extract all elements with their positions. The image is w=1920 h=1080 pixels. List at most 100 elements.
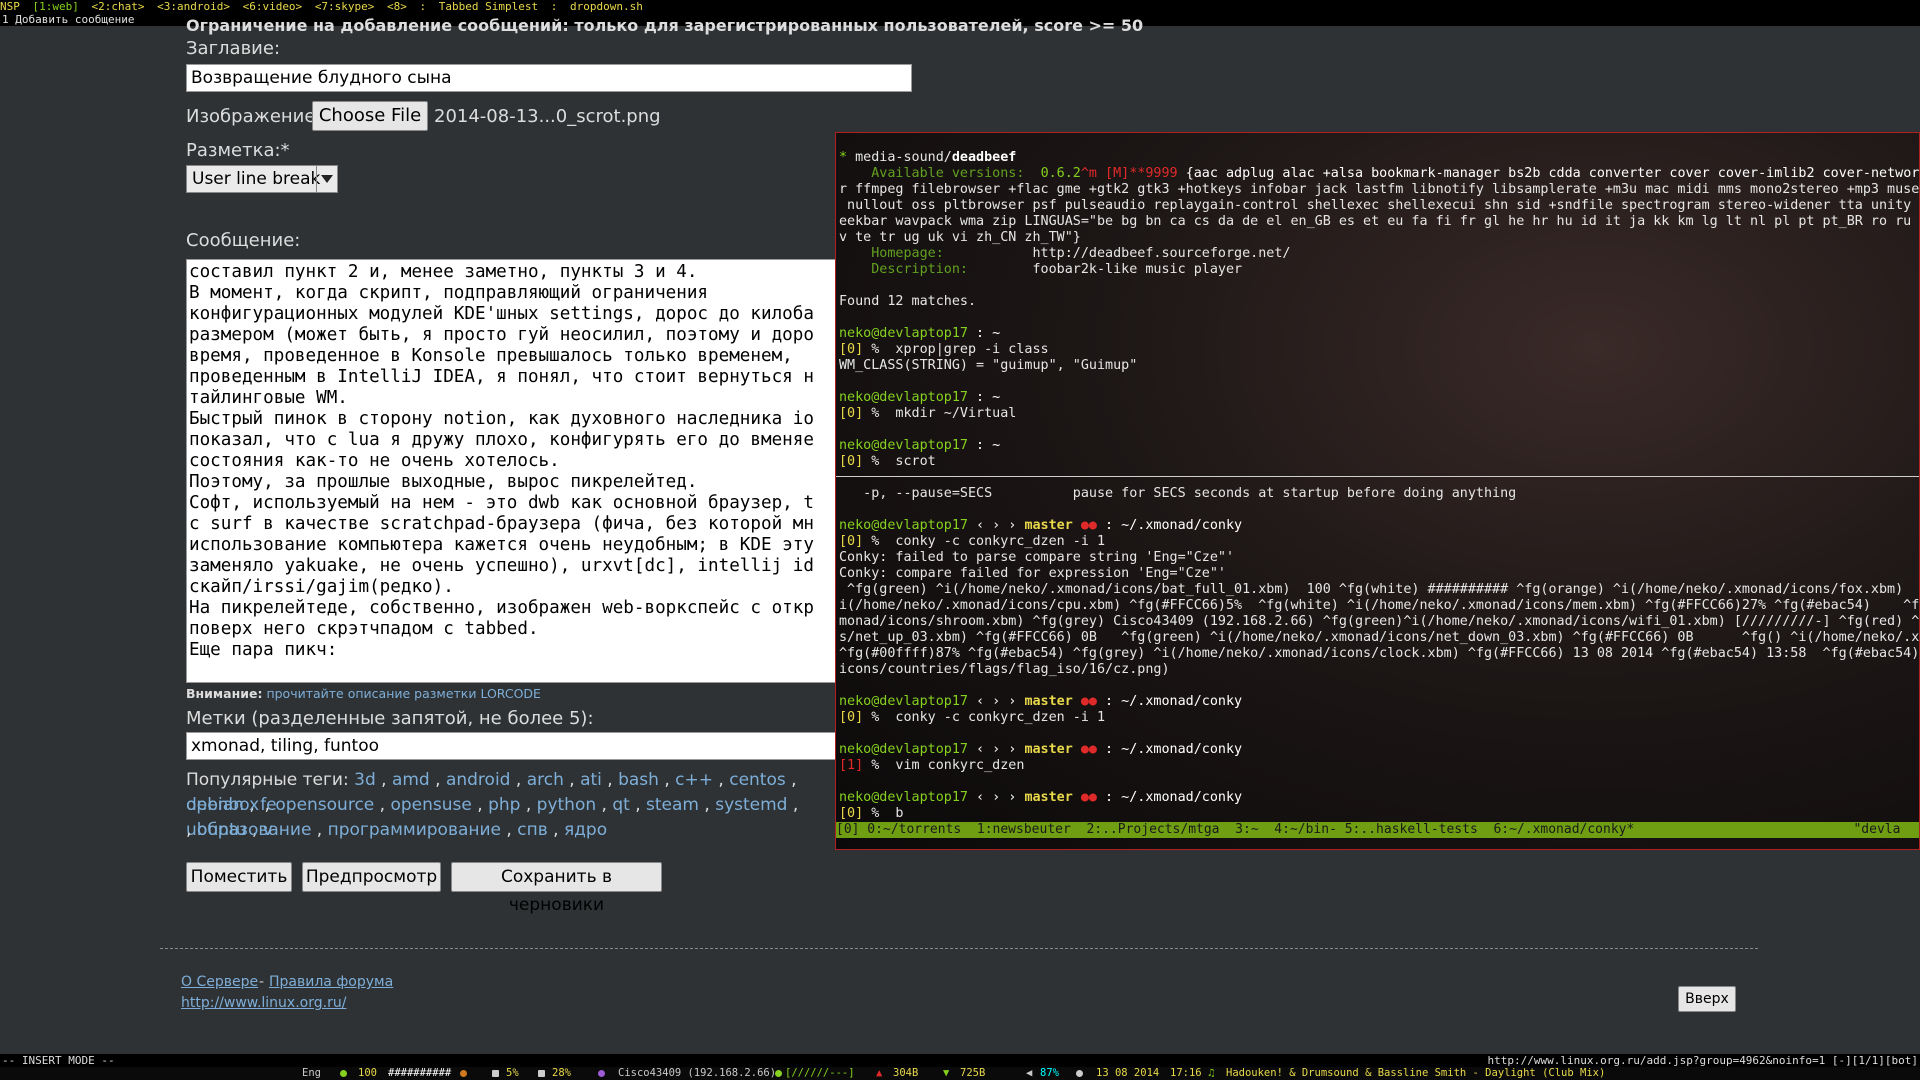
message-line: В момент, когда скрипт, подправляющий ог… <box>189 283 709 303</box>
popular-tag-link[interactable]: centos <box>729 770 786 790</box>
popular-tag-link[interactable]: steam <box>646 795 699 815</box>
message-line: Быстрый пинок в сторону notion, как духо… <box>189 409 814 429</box>
terminal-prompt: neko@devlaptop17 ‹ › › master ●● : ~/.xm… <box>839 790 1243 805</box>
terminal-line: s/net_up_03.xbm) ^fg(#FFCC66) 0B ^fg(gre… <box>839 630 1920 645</box>
message-line: Софт, используемый на нем - это dwb как … <box>189 493 814 513</box>
footer-divider <box>160 948 1758 949</box>
workspace-nsp[interactable]: NSP <box>0 0 20 13</box>
workspace-android[interactable]: <3:android> <box>157 0 230 13</box>
tag-separator: , <box>510 770 527 790</box>
tag-separator: , <box>520 795 537 815</box>
workspace-video[interactable]: <6:video> <box>243 0 303 13</box>
markup-label: Разметка:* <box>186 140 290 161</box>
workspace-chat[interactable]: <2:chat> <box>91 0 144 13</box>
post-button[interactable]: Поместить <box>186 862 292 892</box>
selected-file-name: 2014-08-13...0_scrot.png <box>434 106 661 127</box>
time: 17:16 <box>1170 1067 1202 1079</box>
save-draft-button[interactable]: Сохранить в черновики <box>451 862 662 915</box>
popular-tag-link[interactable]: c++ <box>675 770 713 790</box>
tag-separator: , <box>186 820 197 840</box>
terminal-prompt: neko@devlaptop17 ‹ › › master ●● : ~/.xm… <box>839 518 1243 533</box>
terminal-command: [0] % conky -c conkyrc_dzen -i 1 <box>839 534 1106 549</box>
fox-icon <box>460 1067 470 1080</box>
popular-tag-link[interactable]: android <box>446 770 511 790</box>
terminal-prompt: neko@devlaptop17 : ~ <box>839 438 1001 453</box>
title-input[interactable]: Возвращение блудного сына <box>186 64 912 92</box>
popular-tag-link[interactable]: php <box>488 795 520 815</box>
terminal-command: [0] % conky -c conkyrc_dzen -i 1 <box>839 710 1106 725</box>
site-url-link[interactable]: http://www.linux.org.ru/ <box>181 995 346 1011</box>
popular-tag-link[interactable]: 3d <box>354 770 376 790</box>
tag-separator: , <box>596 795 613 815</box>
lorcode-link[interactable]: прочитайте описание разметки LORCODE <box>266 686 541 701</box>
popular-tag-link[interactable]: openbox <box>186 795 259 815</box>
message-line: использование компьютера кажется очень н… <box>189 535 814 555</box>
terminal-command: [0] % xprop|grep -i class <box>839 342 1049 357</box>
terminal-command: [0] % scrot <box>839 454 936 469</box>
popular-tag-link[interactable]: bash <box>618 770 659 790</box>
browser-tab[interactable]: 1 Добавить сообщение <box>0 13 134 26</box>
popular-tag-link[interactable]: opensource <box>275 795 374 815</box>
terminal-line: Homepage: http://deadbeef.sourceforge.ne… <box>871 246 1291 261</box>
preview-button[interactable]: Предпросмотр <box>302 862 441 892</box>
pane-divider[interactable] <box>836 476 1919 477</box>
tag-separator: , <box>785 770 797 790</box>
popular-tag-link[interactable]: ядро <box>564 820 607 840</box>
workspace-web[interactable]: [1:web] <box>33 0 79 13</box>
popular-tag-link[interactable]: python <box>537 795 596 815</box>
markup-notice: Внимание: прочитайте описание разметки L… <box>186 686 541 701</box>
popular-tag-link[interactable]: systemd <box>715 795 787 815</box>
message-line: время, проведенное в Konsole превышалось… <box>189 346 793 366</box>
message-line: проведенным в IntelliJ IDEA, я понял, чт… <box>189 367 814 387</box>
terminal-command[interactable]: [0] % b <box>839 806 904 822</box>
popular-tag-link[interactable]: образование <box>197 820 312 840</box>
volume-icon: ◀ <box>1026 1067 1033 1079</box>
tags-label: Метки (разделенные запятой, не более 5): <box>186 708 594 729</box>
mem-usage: 28% <box>552 1067 571 1079</box>
popular-tag-link[interactable]: ati <box>580 770 602 790</box>
popular-tags-label: Популярные теги: <box>186 770 349 790</box>
terminal-line: Conky: failed to parse compare string 'E… <box>839 550 1235 565</box>
browser-url-status: http://www.linux.org.ru/add.jsp?group=49… <box>1487 1054 1918 1067</box>
popular-tag-link[interactable]: arch <box>527 770 564 790</box>
message-line: На пикрелейтеде, собственно, изображен w… <box>189 598 814 618</box>
tag-separator: , <box>374 795 391 815</box>
terminal-command: [1] % vim conkyrc_dzen <box>839 758 1025 773</box>
tag-separator: , <box>547 820 564 840</box>
popular-tag-link[interactable]: opensuse <box>390 795 471 815</box>
message-label: Сообщение: <box>186 230 301 251</box>
tag-separator: , <box>713 770 730 790</box>
about-server-link[interactable]: О Сервере <box>181 974 258 990</box>
headphones-icon: ♫ <box>1208 1067 1215 1079</box>
tag-separator: , <box>658 770 676 790</box>
workspace-skype[interactable]: <7:skype> <box>315 0 375 13</box>
message-line: Еще пара пикч: <box>189 640 338 660</box>
net-up: 304B <box>893 1067 919 1079</box>
popular-tag-link[interactable]: спв <box>517 820 547 840</box>
now-playing: Hadouken! & Drumsound & Bassline Smith -… <box>1226 1067 1606 1079</box>
message-line: показал, что с lua я дружу плохо, конфиг… <box>189 430 814 450</box>
dzen-status-bar: Eng 100 ########## 5% 28% Cisco43409 (19… <box>0 1067 1920 1080</box>
terminal-line: r ffmpeg filebrowser +flac gme +gtk2 gtk… <box>839 182 1920 197</box>
message-textarea[interactable]: составил пункт 2 и, менее заметно, пункт… <box>186 259 846 683</box>
tags-input[interactable]: xmonad, tiling, funtoo <box>186 732 846 760</box>
terminal-window[interactable]: * media-sound/deadbeef Available version… <box>835 132 1920 850</box>
terminal-line: i(/home/neko/.xmonad/icons/cpu.xbm) ^fg(… <box>839 598 1920 613</box>
forum-rules-link[interactable]: Правила форума <box>269 974 393 990</box>
title-label: Заглавие: <box>186 38 281 59</box>
terminal-line: eekbar wavpack wma zip LINGUAS="be bg bn… <box>839 214 1920 229</box>
layout-name: Tabbed Simplest <box>438 0 539 13</box>
window-title: dropdown.sh <box>570 0 643 13</box>
tmux-status-bar[interactable]: [0] 0:~/torrents 1:newsbeuter 2:..Projec… <box>836 822 1919 838</box>
popular-tag-link[interactable]: qt <box>612 795 629 815</box>
popular-tag-link[interactable]: amd <box>392 770 430 790</box>
cpu-icon <box>492 1067 502 1080</box>
keyboard-layout: Eng <box>302 1067 321 1079</box>
workspace-8[interactable]: <8> <box>387 0 407 13</box>
bar-separator: : <box>419 0 427 13</box>
scroll-top-button[interactable]: Вверх <box>1678 986 1736 1012</box>
choose-file-button[interactable]: Choose File <box>312 101 428 131</box>
markup-select[interactable]: User line break <box>186 165 338 193</box>
popular-tag-link[interactable]: программирование <box>328 820 501 840</box>
terminal-prompt: neko@devlaptop17 : ~ <box>839 390 1001 405</box>
